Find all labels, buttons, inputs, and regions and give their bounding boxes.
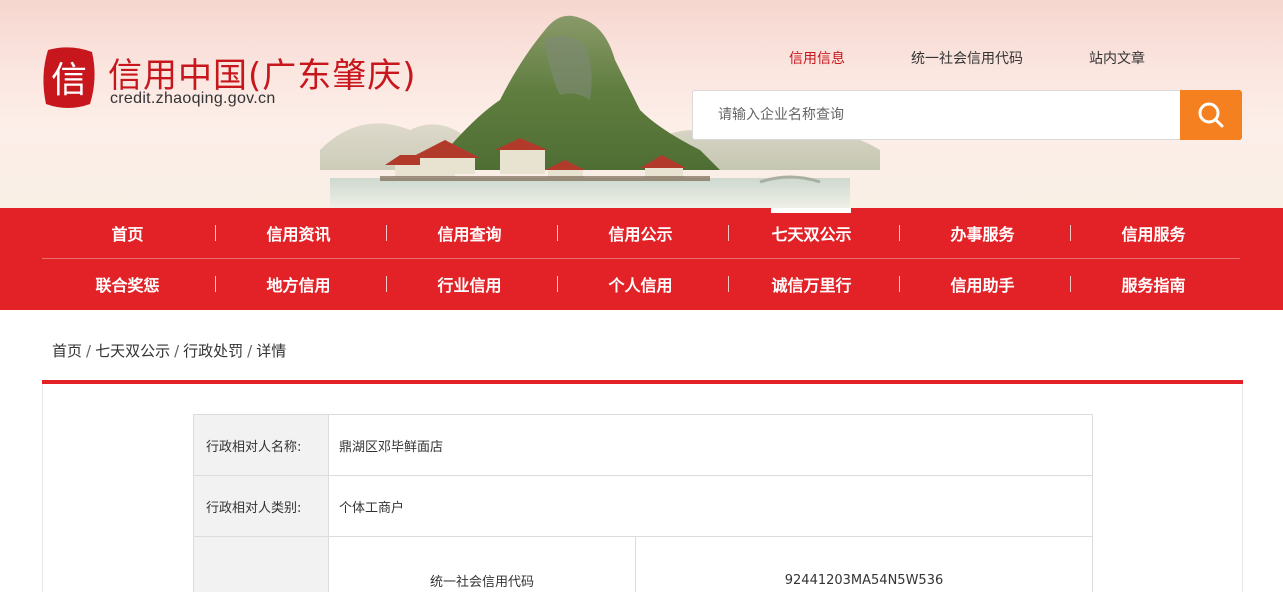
nav-item-seven-day-publicity[interactable]: 七天双公示 (726, 208, 897, 258)
breadcrumb-separator: / (86, 342, 92, 360)
nav-item-home[interactable]: 首页 (42, 208, 213, 258)
nav-item-credit-publicity[interactable]: 信用公示 (555, 208, 726, 258)
code-value: 92441203MA54N5W536 (635, 536, 1093, 592)
table-row: 统一社会信用代码 92441203MA54N5W536 (193, 536, 1093, 592)
site-url: credit.zhaoqing.gov.cn (110, 90, 276, 107)
type-label: 行政相对人类别: (193, 475, 329, 537)
nav-item-industry-credit[interactable]: 行业信用 (384, 259, 555, 309)
breadcrumb: 首页 / 七天双公示 / 行政处罚 / 详情 (52, 340, 286, 361)
nav-item-local-credit[interactable]: 地方信用 (213, 259, 384, 309)
nav-item-service-guide[interactable]: 服务指南 (1068, 259, 1239, 309)
breadcrumb-separator: / (247, 342, 253, 360)
breadcrumb-detail: 详情 (256, 342, 287, 360)
nav-item-personal-credit[interactable]: 个人信用 (555, 259, 726, 309)
nav-item-credit-news[interactable]: 信用资讯 (213, 208, 384, 258)
header-banner: 信 信用中国(广东肇庆) credit.zhaoqing.gov.cn 信用信息… (0, 0, 1283, 208)
nav-item-credit-assistant[interactable]: 信用助手 (897, 259, 1068, 309)
code-group-label (193, 536, 329, 592)
top-link-credit-info[interactable]: 信用信息 (789, 48, 845, 68)
nav-item-integrity-tour[interactable]: 诚信万里行 (726, 259, 897, 309)
table-row: 行政相对人类别: 个体工商户 (193, 475, 1093, 537)
nav-item-credit-query[interactable]: 信用查询 (384, 208, 555, 258)
breadcrumb-separator: / (174, 342, 180, 360)
top-link-site-articles[interactable]: 站内文章 (1089, 48, 1145, 68)
search-box (692, 90, 1242, 140)
top-link-credit-code[interactable]: 统一社会信用代码 (911, 48, 1023, 68)
breadcrumb-seven-day[interactable]: 七天双公示 (95, 342, 170, 360)
code-label: 统一社会信用代码 (328, 536, 636, 592)
nav-row-2: 联合奖惩 地方信用 行业信用 个人信用 诚信万里行 信用助手 服务指南 (42, 259, 1240, 309)
detail-table: 行政相对人名称: 鼎湖区邓毕鲜面店 行政相对人类别: 个体工商户 统一社会信用代… (193, 414, 1093, 592)
name-value: 鼎湖区邓毕鲜面店 (328, 414, 1093, 476)
search-input[interactable] (693, 91, 1181, 139)
search-icon (1198, 102, 1224, 128)
breadcrumb-penalty[interactable]: 行政处罚 (183, 342, 243, 360)
svg-text:信: 信 (51, 60, 87, 101)
nav-item-credit-service[interactable]: 信用服务 (1068, 208, 1239, 258)
breadcrumb-home[interactable]: 首页 (52, 342, 82, 360)
nav-row-1: 首页 信用资讯 信用查询 信用公示 七天双公示 办事服务 信用服务 (42, 208, 1240, 258)
nav-item-affairs-service[interactable]: 办事服务 (897, 208, 1068, 258)
type-value: 个体工商户 (328, 475, 1093, 537)
logo-seal-icon: 信 (43, 47, 95, 108)
search-button[interactable] (1180, 90, 1242, 140)
main-nav: 首页 信用资讯 信用查询 信用公示 七天双公示 办事服务 信用服务 联合奖惩 地… (0, 208, 1283, 310)
table-row: 行政相对人名称: 鼎湖区邓毕鲜面店 (193, 414, 1093, 476)
nav-item-joint-rewards[interactable]: 联合奖惩 (42, 259, 213, 309)
name-label: 行政相对人名称: (193, 414, 329, 476)
